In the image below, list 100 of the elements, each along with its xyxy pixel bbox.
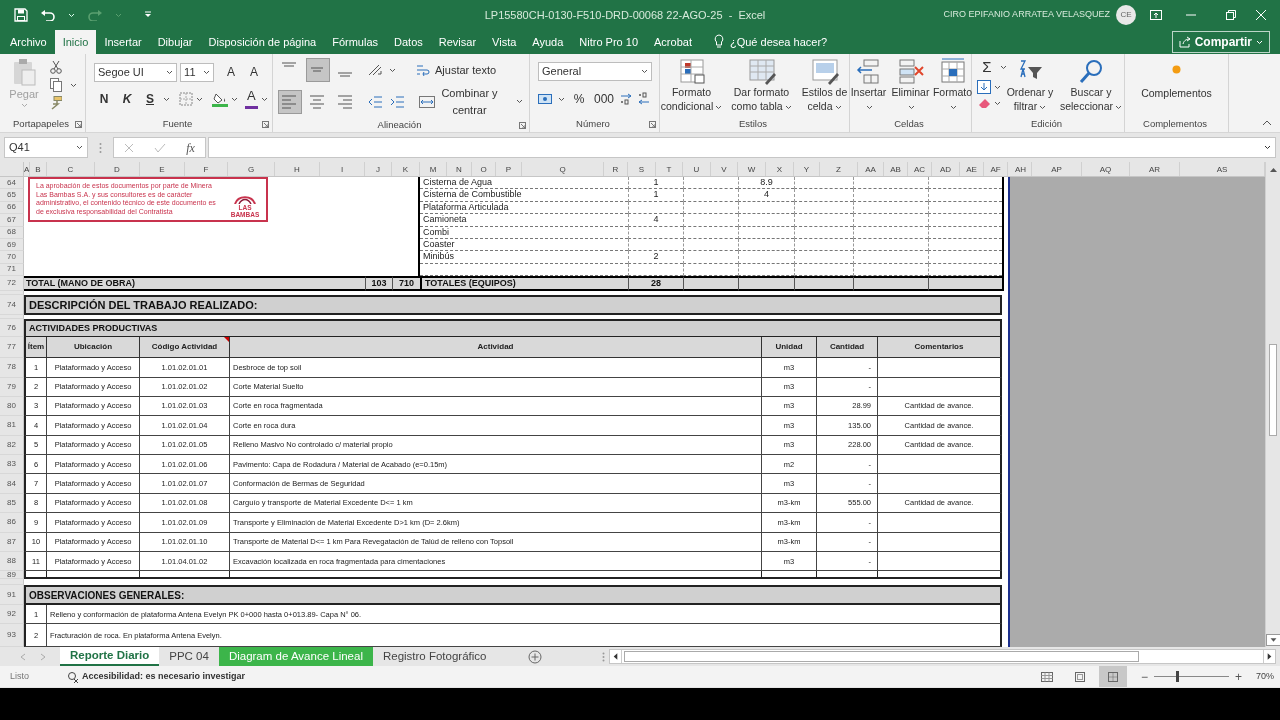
dialog-launcher-icon[interactable] [262,121,269,128]
row-header[interactable]: 65 [0,189,24,202]
column-header[interactable]: X [766,162,794,176]
column-header[interactable]: K [392,162,420,176]
name-box[interactable]: Q41 [4,137,88,158]
increase-decimal-icon[interactable] [619,92,633,106]
scroll-thumb[interactable] [1269,344,1277,436]
insert-function-button[interactable]: fx [186,138,195,157]
grow-font-button[interactable]: A [221,62,241,82]
ribbon-button[interactable]: Dar formato como tabla [726,54,797,117]
percent-button[interactable]: % [569,89,589,109]
merge-center-button[interactable]: Combinar y centrar [419,85,523,118]
column-header[interactable]: V [711,162,738,176]
sheet-tab[interactable]: PPC 04 [159,647,219,666]
ribbon-tab[interactable]: Datos [386,30,431,54]
column-header[interactable]: Y [794,162,820,176]
font-name-field[interactable]: Segoe UI [94,62,178,82]
font-size-field[interactable]: 11 [180,62,214,82]
zoom-in-button[interactable]: + [1234,667,1242,686]
column-header[interactable]: W [738,162,766,176]
ribbon-button[interactable]: Insertar [848,54,889,117]
user-avatar[interactable]: CE [1116,5,1136,25]
currency-icon[interactable] [538,92,554,106]
ribbon-button[interactable]: Eliminar [890,54,931,117]
ribbon-tab[interactable]: Revisar [430,30,485,54]
format-painter-icon[interactable] [50,96,62,110]
add-sheet-icon[interactable] [528,649,543,664]
row-header[interactable]: 82 [0,435,24,456]
column-header[interactable]: D [95,162,140,176]
column-header[interactable]: R [604,162,628,176]
eraser-icon[interactable] [977,97,991,109]
row-header[interactable]: 80 [0,396,24,417]
fill-down-icon[interactable] [977,80,991,94]
view-page-break-button[interactable] [1098,666,1127,687]
number-format-field[interactable]: General [538,62,652,81]
column-header[interactable]: B [30,162,47,176]
column-header[interactable]: AC [908,162,932,176]
column-header[interactable]: A [24,162,30,176]
column-header[interactable]: Z [820,162,858,176]
row-header[interactable]: 79 [0,377,24,397]
dialog-launcher-icon[interactable] [519,121,526,129]
row-header[interactable]: 76 [0,319,24,338]
sheet-tab[interactable]: Reporte Diario [60,647,160,666]
undo-icon[interactable] [40,9,56,21]
column-header[interactable]: E [140,162,185,176]
row-header[interactable]: 84 [0,474,24,494]
scroll-down-icon[interactable] [1266,634,1280,646]
row-header[interactable]: 93 [0,624,24,647]
column-header[interactable]: G [228,162,275,176]
column-header[interactable]: C [47,162,95,176]
column-header[interactable]: I [320,162,365,176]
column-header[interactable]: AD [932,162,960,176]
italic-button[interactable]: K [117,89,137,109]
collapse-ribbon-icon[interactable] [1262,120,1272,126]
slider-thumb[interactable] [1176,671,1180,682]
column-header[interactable]: F [185,162,228,176]
font-color-button[interactable]: A [245,89,258,109]
wrap-text-button[interactable]: Ajustar texto [416,61,497,79]
ribbon-tab[interactable]: Ayuda [524,30,572,54]
fill-color-icon[interactable] [212,91,228,107]
ribbon-tab[interactable]: Inicio [54,30,97,54]
row-header[interactable]: 77 [0,337,24,359]
column-header[interactable]: P [496,162,522,176]
autosum-button[interactable]: Σ [977,57,997,77]
row-header[interactable]: 72 [0,276,24,292]
zoom-out-button[interactable]: − [1140,667,1148,686]
row-header[interactable]: 74 [0,295,24,316]
column-header[interactable]: AQ [1082,162,1130,176]
row-header[interactable]: 85 [0,493,24,514]
ribbon-button[interactable]: Formato [932,54,973,117]
row-header[interactable]: 87 [0,532,24,553]
column-header[interactable]: O [472,162,496,176]
column-header[interactable]: AE [960,162,984,176]
row-header[interactable]: 70 [0,251,24,264]
sheet-tab[interactable]: Registro Fotográfico [372,647,497,666]
accessibility-status[interactable]: Accesibilidad: es necesario investigar [82,669,246,684]
increase-indent-icon[interactable] [389,94,405,109]
save-icon[interactable] [14,8,28,22]
decrease-indent-icon[interactable] [367,94,383,109]
ribbon-display-icon[interactable] [1150,10,1162,20]
horizontal-scrollbar[interactable] [609,649,1276,664]
row-header[interactable]: 92 [0,605,24,625]
row-header[interactable]: 83 [0,455,24,475]
column-header[interactable]: N [447,162,472,176]
thousands-button[interactable]: 000 [593,89,615,109]
close-icon[interactable] [1256,10,1266,20]
column-header[interactable]: Q [522,162,604,176]
formula-input[interactable] [208,137,1276,158]
row-header[interactable]: 88 [0,552,24,572]
text-orientation-icon[interactable] [367,63,383,77]
row-header[interactable]: 78 [0,358,24,378]
tell-me-search[interactable]: ¿Qué desea hacer? [723,30,834,54]
column-header[interactable]: H [275,162,320,176]
row-header[interactable]: 86 [0,513,24,533]
column-header[interactable]: AR [1130,162,1180,176]
ribbon-button[interactable]: Formato condicional [658,54,725,117]
ribbon-tab[interactable]: Insertar [96,30,150,54]
zoom-level[interactable]: 70% [1256,669,1274,684]
ribbon-button[interactable]: Ordenar y filtrar [1005,54,1055,117]
row-header[interactable]: 81 [0,416,24,436]
